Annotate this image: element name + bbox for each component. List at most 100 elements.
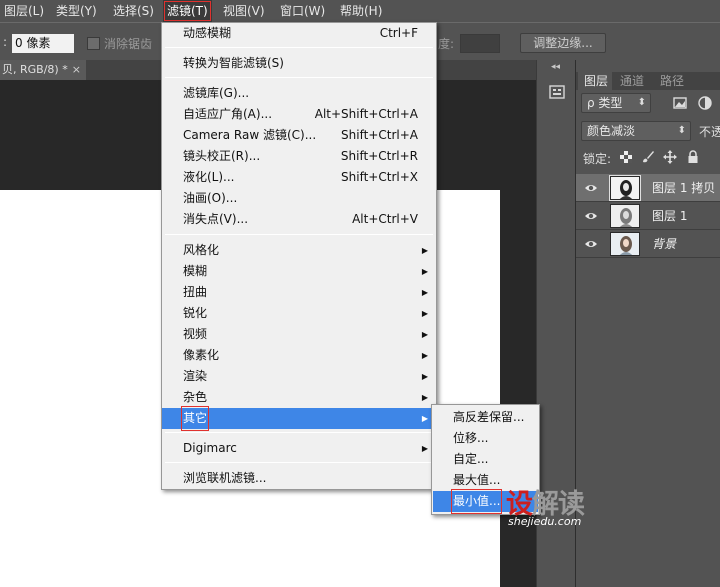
close-icon[interactable]: × (72, 60, 81, 80)
menu-item-label: 消失点(V)... (183, 212, 249, 226)
menu-item-pixelate[interactable]: 像素化 ▶ (162, 345, 436, 366)
menu-separator (165, 234, 433, 235)
dropdown-arrow-icon: ⬍ (677, 125, 686, 136)
submenu-item-high-pass[interactable]: 高反差保留... (433, 407, 538, 428)
menu-item-video[interactable]: 视频 ▶ (162, 324, 436, 345)
feather-input[interactable]: 0 像素 (12, 34, 74, 53)
submenu-arrow-icon: ▶ (421, 267, 428, 276)
menu-separator (165, 77, 433, 78)
opacity-label: 不透 (699, 125, 720, 139)
menu-item-adaptive-wide-angle[interactable]: 自适应广角(A)... Alt+Shift+Ctrl+A (162, 104, 436, 125)
menu-item-other[interactable]: 其它 ▶ (162, 406, 436, 431)
adjustment-filter-icon[interactable] (696, 94, 714, 112)
menu-item-noise[interactable]: 杂色 ▶ (162, 387, 436, 408)
antialias-label: 消除锯齿 (104, 37, 153, 51)
tab-layers[interactable]: 图层 (578, 72, 612, 90)
menu-item-shortcut: Shift+Ctrl+R (340, 149, 418, 163)
menu-item-browse-online-filters[interactable]: 浏览联机滤镜... (162, 468, 436, 489)
submenu-arrow-icon: ▶ (421, 444, 428, 453)
submenu-item-label: 自定... (453, 452, 489, 466)
filter-menu: 动感模糊 Ctrl+F 转换为智能滤镜(S) 滤镜库(G)... 自适应广角(A… (161, 22, 437, 490)
menu-item-label: 模糊 (183, 264, 208, 278)
menu-item-sharpen[interactable]: 锐化 ▶ (162, 303, 436, 324)
menu-item-render[interactable]: 渲染 ▶ (162, 366, 436, 387)
menu-item-blur[interactable]: 模糊 ▶ (162, 261, 436, 282)
menu-item-filter-gallery[interactable]: 滤镜库(G)... (162, 83, 436, 104)
menu-item-convert-smart-filter[interactable]: 转换为智能滤镜(S) (162, 53, 436, 74)
menu-select[interactable]: 选择(S) (113, 0, 154, 22)
properties-icon[interactable] (549, 84, 565, 100)
menu-item-label: 其它 (180, 406, 210, 431)
lock-transparent-icon[interactable] (619, 150, 637, 168)
menu-item-shortcut: Shift+Ctrl+A (341, 128, 418, 142)
menu-separator (165, 432, 433, 433)
menu-item-label: Digimarc (183, 441, 237, 455)
dropdown-arrow-icon: ⬍ (637, 97, 646, 108)
menu-item-label: 自适应广角(A)... (183, 107, 273, 121)
menu-help[interactable]: 帮助(H) (340, 0, 382, 22)
submenu-arrow-icon: ▶ (421, 351, 428, 360)
menu-item-label: Camera Raw 滤镜(C)... (183, 128, 317, 142)
menu-item-label: 浏览联机滤镜... (183, 471, 267, 485)
lock-brush-icon[interactable] (641, 150, 659, 168)
lock-move-icon[interactable] (663, 150, 681, 168)
tab-channels[interactable]: 通道 (620, 72, 644, 90)
menu-window[interactable]: 窗口(W) (280, 0, 325, 22)
layer-thumbnail (610, 232, 640, 256)
menu-separator (165, 47, 433, 48)
submenu-item-custom[interactable]: 自定... (433, 449, 538, 470)
density-input[interactable] (460, 34, 500, 53)
lock-all-icon[interactable] (686, 150, 704, 168)
menu-item-motion-blur[interactable]: 动感模糊 Ctrl+F (162, 23, 436, 44)
menu-separator (165, 462, 433, 463)
menu-item-oil-paint[interactable]: 油画(O)... (162, 188, 436, 209)
collapse-panels-icon[interactable]: ◂◂ (551, 62, 560, 72)
refine-edge-button[interactable]: 调整边缘... (520, 33, 606, 53)
eye-icon[interactable] (584, 237, 598, 251)
layer-name: 图层 1 (652, 209, 688, 223)
menu-item-lens-correction[interactable]: 镜头校正(R)... Shift+Ctrl+R (162, 146, 436, 167)
menu-view[interactable]: 视图(V) (223, 0, 265, 22)
menu-item-vanishing-point[interactable]: 消失点(V)... Alt+Ctrl+V (162, 209, 436, 230)
submenu-item-offset[interactable]: 位移... (433, 428, 538, 449)
layer-filter-select[interactable]: ρ 类型 ⬍ (581, 93, 651, 113)
blend-mode-select[interactable]: 颜色减淡 ⬍ (581, 121, 691, 141)
menu-bar: 图层(L) 类型(Y) 选择(S) 滤镜(T) 视图(V) 窗口(W) 帮助(H… (0, 0, 720, 22)
tab-paths[interactable]: 路径 (660, 72, 684, 90)
menu-item-label: 像素化 (183, 348, 220, 362)
watermark: 设解读 shejiedu.com (506, 482, 622, 530)
layer-name: 图层 1 拷贝 (652, 181, 716, 195)
menu-item-stylize[interactable]: 风格化 ▶ (162, 240, 436, 261)
menu-filter[interactable]: 滤镜(T) (163, 0, 212, 22)
layer-row[interactable]: 图层 1 (576, 202, 720, 230)
options-lead: : (3, 35, 8, 49)
menu-item-distort[interactable]: 扭曲 ▶ (162, 282, 436, 303)
eye-icon[interactable] (584, 181, 598, 195)
menu-item-digimarc[interactable]: Digimarc ▶ (162, 438, 436, 459)
image-filter-icon[interactable] (671, 94, 689, 112)
submenu-arrow-icon: ▶ (421, 288, 428, 297)
menu-item-camera-raw[interactable]: Camera Raw 滤镜(C)... Shift+Ctrl+A (162, 125, 436, 146)
menu-item-label: 油画(O)... (183, 191, 238, 205)
eye-icon[interactable] (584, 209, 598, 223)
menu-item-label: 镜头校正(R)... (183, 149, 261, 163)
layer-row[interactable]: 背景 (576, 230, 720, 258)
antialias-checkbox[interactable] (87, 37, 100, 50)
submenu-item-label: 位移... (453, 431, 489, 445)
layer-name: 背景 (652, 237, 677, 251)
submenu-item-label: 最小值... (450, 489, 503, 514)
submenu-arrow-icon: ▶ (421, 393, 428, 402)
submenu-arrow-icon: ▶ (421, 372, 428, 381)
document-tab[interactable]: 贝, RGB/8) * × (0, 60, 86, 80)
menu-layer[interactable]: 图层(L) (4, 0, 44, 22)
menu-item-label: 转换为智能滤镜(S) (183, 56, 284, 70)
menu-item-label: 风格化 (183, 243, 220, 257)
menu-item-label: 锐化 (183, 306, 208, 320)
menu-type[interactable]: 类型(Y) (56, 0, 97, 22)
submenu-arrow-icon: ▶ (421, 330, 428, 339)
lock-label: 锁定: (583, 152, 612, 166)
submenu-arrow-icon: ▶ (421, 246, 428, 255)
menu-item-liquify[interactable]: 液化(L)... Shift+Ctrl+X (162, 167, 436, 188)
menu-item-label: 滤镜库(G)... (183, 86, 250, 100)
layer-row[interactable]: 图层 1 拷贝 (576, 174, 720, 202)
